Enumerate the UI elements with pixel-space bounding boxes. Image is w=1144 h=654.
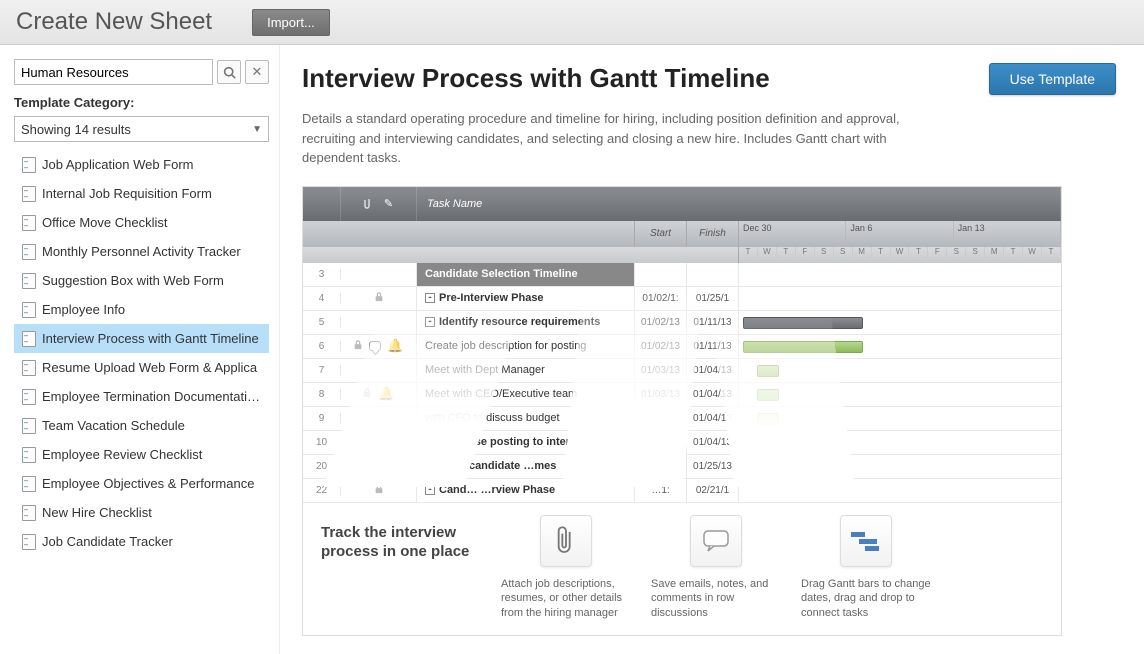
chevron-down-icon: ▼ xyxy=(252,124,262,135)
category-label: Template Category: xyxy=(14,95,269,110)
gantt-row[interactable]: 20+…ble candidate …mes01/09/1301/25/13 xyxy=(303,455,1061,479)
template-item[interactable]: Job Candidate Tracker xyxy=(14,527,269,556)
dialog-header: Create New Sheet Import... xyxy=(0,0,1144,45)
collapse-toggle[interactable]: + xyxy=(425,437,433,447)
attachment-icon xyxy=(364,198,374,210)
gantt-row[interactable]: 7Meet with Dept Manager01/03/1301/04/13 xyxy=(303,359,1061,383)
paperclip-icon xyxy=(540,515,592,567)
lock-icon xyxy=(353,340,363,353)
feature-comment: Save emails, notes, and comments in row … xyxy=(651,515,781,622)
use-template-button[interactable]: Use Template xyxy=(989,63,1116,95)
feature-attach-text: Attach job descriptions, resumes, or oth… xyxy=(501,577,631,622)
gantt-row[interactable]: 10+Advertise posting to internal and ext… xyxy=(303,431,1061,455)
timeline-week: Dec 30 xyxy=(739,221,846,247)
template-list: Job Application Web FormInternal Job Req… xyxy=(14,150,269,556)
feature-tagline: Track the interview process in one place xyxy=(321,515,481,562)
gantt-row[interactable]: 22-Cand… …rview Phase…1:02/21/1 xyxy=(303,479,1061,503)
lock-icon xyxy=(374,292,384,305)
comment-icon xyxy=(690,515,742,567)
template-item[interactable]: Employee Review Checklist xyxy=(14,440,269,469)
dialog-title: Create New Sheet xyxy=(16,8,212,36)
collapse-toggle[interactable]: - xyxy=(425,317,435,327)
template-item[interactable]: Suggestion Box with Web Form xyxy=(14,266,269,295)
search-icon[interactable] xyxy=(217,60,241,84)
template-item[interactable]: Monthly Personnel Activity Tracker xyxy=(14,237,269,266)
template-title: Interview Process with Gantt Timeline xyxy=(302,63,770,94)
template-item[interactable]: Resume Upload Web Form & Applica xyxy=(14,353,269,382)
timeline-week: Jan 6 xyxy=(846,221,953,247)
gantt-row[interactable]: 3Candidate Selection Timeline xyxy=(303,263,1061,287)
gantt-row[interactable]: 4-Pre-Interview Phase01/02/1:01/25/1 xyxy=(303,287,1061,311)
gantt-bars-icon xyxy=(840,515,892,567)
template-item[interactable]: Team Vacation Schedule xyxy=(14,411,269,440)
sidebar: ✕ Template Category: Showing 14 results … xyxy=(0,45,280,654)
import-button[interactable]: Import... xyxy=(252,9,330,36)
lock-icon xyxy=(362,388,372,401)
results-dropdown[interactable]: Showing 14 results ▼ xyxy=(14,116,269,142)
template-description: Details a standard operating procedure a… xyxy=(302,109,942,168)
discussion-icon xyxy=(369,341,381,351)
gantt-row[interactable]: 8🔔Meet with CEO/Executive team01/03/1301… xyxy=(303,383,1061,407)
template-preview: ✎ Task Name Start Finish Dec 30Jan 6Jan … xyxy=(302,186,1062,637)
clear-search-icon[interactable]: ✕ xyxy=(245,60,269,84)
column-finish: Finish xyxy=(687,221,739,247)
template-item[interactable]: Employee Info xyxy=(14,295,269,324)
reminder-icon: 🔔 xyxy=(387,338,403,354)
template-item[interactable]: Employee Termination Documentation xyxy=(14,382,269,411)
collapse-toggle[interactable]: - xyxy=(425,485,435,495)
gantt-row[interactable]: 5-Identify resource requirements01/02/13… xyxy=(303,311,1061,335)
feature-attach: Attach job descriptions, resumes, or oth… xyxy=(501,515,631,622)
collapse-toggle[interactable]: - xyxy=(425,293,435,303)
lock-icon xyxy=(374,484,384,497)
template-item[interactable]: Interview Process with Gantt Timeline xyxy=(14,324,269,353)
template-item[interactable]: New Hire Checklist xyxy=(14,498,269,527)
main-panel: Interview Process with Gantt Timeline Us… xyxy=(280,45,1144,654)
reminder-icon: 🔔 xyxy=(378,386,394,402)
feature-comment-text: Save emails, notes, and comments in row … xyxy=(651,577,781,622)
column-task-name: Task Name xyxy=(417,187,1061,221)
gantt-body: 3Candidate Selection Timeline4-Pre-Inter… xyxy=(303,263,1061,503)
feature-gantt-text: Drag Gantt bars to change dates, drag an… xyxy=(801,577,931,622)
results-label: Showing 14 results xyxy=(21,122,131,137)
template-item[interactable]: Internal Job Requisition Form xyxy=(14,179,269,208)
collapse-toggle[interactable]: + xyxy=(425,461,435,471)
timeline-week: Jan 13 xyxy=(954,221,1061,247)
template-item[interactable]: Job Application Web Form xyxy=(14,150,269,179)
gantt-row[interactable]: 6🔔Create job description for posting01/0… xyxy=(303,335,1061,359)
gantt-row[interactable]: 9with CFO to discuss budget01/03/1301/04… xyxy=(303,407,1061,431)
search-input[interactable] xyxy=(14,59,213,85)
template-item[interactable]: Office Move Checklist xyxy=(14,208,269,237)
gantt-header: ✎ Task Name xyxy=(303,187,1061,221)
column-start: Start xyxy=(635,221,687,247)
feature-callouts: Track the interview process in one place… xyxy=(303,503,1061,636)
feature-gantt: Drag Gantt bars to change dates, drag an… xyxy=(801,515,931,622)
template-item[interactable]: Employee Objectives & Performance xyxy=(14,469,269,498)
